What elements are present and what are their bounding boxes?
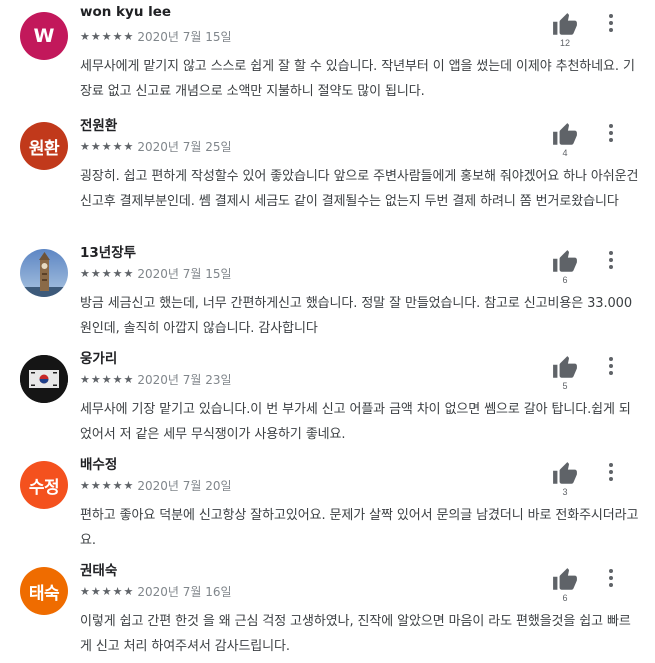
review-item: 수정 배수정 ★★★★★ 2020년 7월 20일 편하고 좋아요 덕분에 신고… <box>0 449 655 557</box>
review-date: 2020년 7월 16일 <box>137 585 232 599</box>
helpful-count: 3 <box>562 487 568 497</box>
reviewer-name: 전원환 <box>80 118 118 134</box>
review-item: 웅가리 ★★★★★ 2020년 7월 23일 세무사에 기장 맡기고 있습니다.… <box>0 343 655 451</box>
more-options-icon[interactable] <box>600 459 622 485</box>
clock-tower-avatar-image <box>20 249 68 297</box>
review-meta: ★★★★★ 2020년 7월 16일 <box>80 583 232 600</box>
review-date: 2020년 7월 20일 <box>137 479 232 493</box>
review-text: 방금 세금신고 했는데, 너무 간편하게신고 했습니다. 정말 잘 만들었습니다… <box>80 296 633 336</box>
avatar: 원환 <box>20 122 68 170</box>
star-rating: ★★★★★ <box>80 373 135 386</box>
review-meta: ★★★★★ 2020년 7월 23일 <box>80 371 232 388</box>
avatar: W <box>20 12 68 60</box>
review-date: 2020년 7월 15일 <box>137 30 232 44</box>
more-options-icon[interactable] <box>600 353 622 379</box>
avatar: 수정 <box>20 461 68 509</box>
reviewer-name: 웅가리 <box>80 351 118 367</box>
helpful-count: 12 <box>559 38 570 48</box>
thumb-up-icon[interactable] <box>552 461 578 487</box>
reviewer-name: 13년장투 <box>80 245 137 261</box>
reviewer-name: won kyu lee <box>80 4 172 20</box>
review-meta: ★★★★★ 2020년 7월 15일 <box>80 265 232 282</box>
review-date: 2020년 7월 23일 <box>137 373 232 387</box>
review-meta: ★★★★★ 2020년 7월 20일 <box>80 477 232 494</box>
avatar: 태숙 <box>20 567 68 615</box>
review-meta: ★★★★★ 2020년 7월 25일 <box>80 138 232 155</box>
review-date: 2020년 7월 15일 <box>137 267 232 281</box>
helpful-count: 6 <box>562 275 568 285</box>
star-rating: ★★★★★ <box>80 479 135 492</box>
thumb-up-icon[interactable] <box>552 12 578 38</box>
more-options-icon[interactable] <box>600 120 622 146</box>
star-rating: ★★★★★ <box>80 30 135 43</box>
review-item: 태숙 권태숙 ★★★★★ 2020년 7월 16일 이렇게 쉽고 간편 한것 을… <box>0 555 655 663</box>
review-item: 13년장투 ★★★★★ 2020년 7월 15일 방금 세금신고 했는데, 너무… <box>0 237 655 345</box>
review-text: 편하고 좋아요 덕분에 신고항상 잘하고있어요. 문제가 살짝 있어서 문의글 … <box>80 508 639 548</box>
thumb-up-icon[interactable] <box>552 122 578 148</box>
review-item: 원환 전원환 ★★★★★ 2020년 7월 25일 굉장히. 쉽고 편하게 작성… <box>0 110 655 218</box>
helpful-count: 4 <box>562 148 568 158</box>
reviewer-name: 배수정 <box>80 457 118 473</box>
review-text: 이렇게 쉽고 간편 한것 을 왜 근심 걱정 고생하였나, 진작에 알았으면 마… <box>80 614 631 654</box>
star-rating: ★★★★★ <box>80 140 135 153</box>
review-text: 세무사에 기장 맡기고 있습니다.이 번 부가세 신고 어플과 금액 차이 없으… <box>80 402 631 442</box>
more-options-icon[interactable] <box>600 247 622 273</box>
reviewer-name: 권태숙 <box>80 563 118 579</box>
star-rating: ★★★★★ <box>80 267 135 280</box>
review-text: 세무사에게 맡기지 않고 스스로 쉽게 잘 할 수 있습니다. 작년부터 이 앱… <box>80 59 635 99</box>
flag-avatar-image <box>20 355 68 403</box>
thumb-up-icon[interactable] <box>552 249 578 275</box>
more-options-icon[interactable] <box>600 10 622 36</box>
thumb-up-icon[interactable] <box>552 355 578 381</box>
thumb-up-icon[interactable] <box>552 567 578 593</box>
star-rating: ★★★★★ <box>80 585 135 598</box>
more-options-icon[interactable] <box>600 565 622 591</box>
review-text: 굉장히. 쉽고 편하게 작성할수 있어 좋았습니다 앞으로 주변사람들에게 홍보… <box>80 169 639 209</box>
review-meta: ★★★★★ 2020년 7월 15일 <box>80 28 232 45</box>
helpful-count: 6 <box>562 593 568 603</box>
helpful-count: 5 <box>562 381 568 391</box>
review-date: 2020년 7월 25일 <box>137 140 232 154</box>
review-item: W won kyu lee ★★★★★ 2020년 7월 15일 세무사에게 맡… <box>0 0 655 108</box>
